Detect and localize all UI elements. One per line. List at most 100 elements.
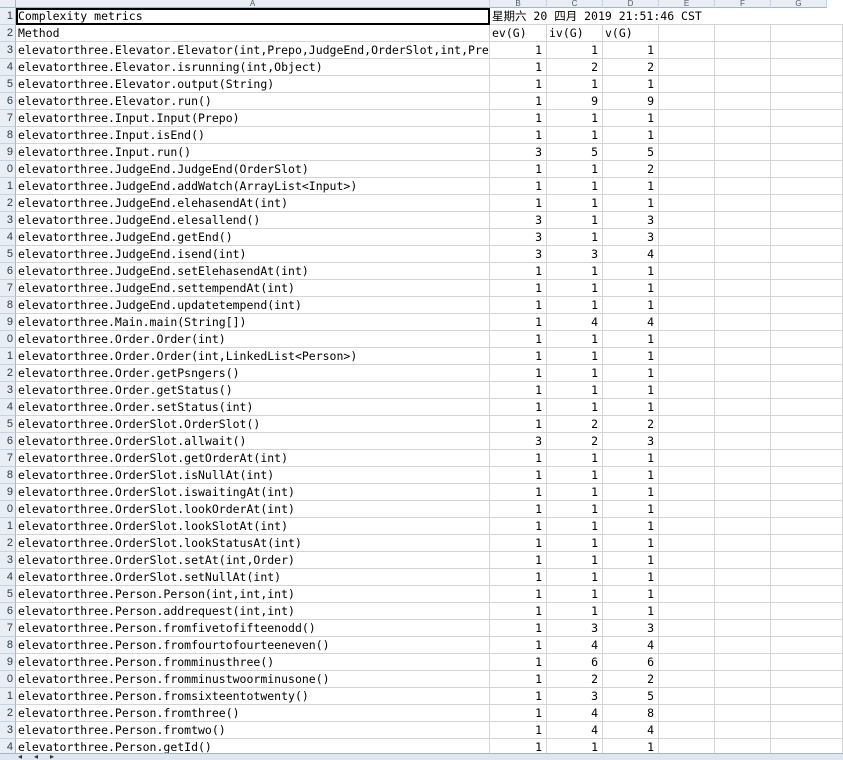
cell-empty[interactable]	[715, 246, 771, 263]
cell-empty[interactable]	[659, 552, 715, 569]
cell-ev[interactable]: 1	[490, 467, 547, 484]
cell-empty[interactable]	[771, 76, 843, 93]
cell-method[interactable]: elevatorthree.Main.main(String[])	[16, 314, 490, 331]
cell-v[interactable]: 1	[603, 127, 659, 144]
cell-ev[interactable]: 1	[490, 705, 547, 722]
cell-ev[interactable]: 1	[490, 348, 547, 365]
cell-v[interactable]: 1	[603, 450, 659, 467]
cell-iv[interactable]: 2	[547, 433, 603, 450]
cell-iv[interactable]: 1	[547, 450, 603, 467]
cell-method[interactable]: elevatorthree.Input.isEnd()	[16, 127, 490, 144]
cell-v[interactable]: 1	[603, 484, 659, 501]
cell-v[interactable]: 1	[603, 603, 659, 620]
cell-method[interactable]: elevatorthree.OrderSlot.allwait()	[16, 433, 490, 450]
cell-v[interactable]: 1	[603, 331, 659, 348]
cell-empty[interactable]	[771, 365, 843, 382]
cell-empty[interactable]	[715, 535, 771, 552]
cell-method-header[interactable]: Method	[16, 25, 490, 42]
cell-empty[interactable]	[771, 42, 843, 59]
cell-method[interactable]: elevatorthree.OrderSlot.setNullAt(int)	[16, 569, 490, 586]
cell-empty[interactable]	[659, 110, 715, 127]
cell-empty[interactable]	[715, 688, 771, 705]
cell-ev[interactable]: 1	[490, 382, 547, 399]
cell-empty[interactable]	[659, 671, 715, 688]
cell-iv[interactable]: 1	[547, 297, 603, 314]
cell-empty[interactable]	[771, 280, 843, 297]
row-header[interactable]: 7	[0, 280, 16, 297]
cell-v[interactable]: 2	[603, 161, 659, 178]
cell-iv[interactable]: 1	[547, 518, 603, 535]
cell-method[interactable]: elevatorthree.OrderSlot.isNullAt(int)	[16, 467, 490, 484]
cell-v[interactable]: 1	[603, 76, 659, 93]
cell-v[interactable]: 1	[603, 178, 659, 195]
row-header[interactable]: 1	[0, 348, 16, 365]
cell-ev[interactable]: 1	[490, 671, 547, 688]
cell-method[interactable]: elevatorthree.Order.getStatus()	[16, 382, 490, 399]
cell-empty[interactable]	[659, 280, 715, 297]
cell-empty[interactable]	[771, 518, 843, 535]
cell-empty[interactable]	[771, 93, 843, 110]
cell-empty[interactable]	[659, 297, 715, 314]
cell-iv[interactable]: 1	[547, 586, 603, 603]
cell-empty[interactable]	[659, 654, 715, 671]
cell-empty[interactable]	[771, 212, 843, 229]
cell-empty[interactable]	[715, 450, 771, 467]
cell-iv[interactable]: 1	[547, 280, 603, 297]
cell-empty[interactable]	[771, 586, 843, 603]
cell-empty[interactable]	[659, 365, 715, 382]
cell-empty[interactable]	[659, 688, 715, 705]
cell-empty[interactable]	[659, 705, 715, 722]
cell-method[interactable]: elevatorthree.Person.fromsixteentotwenty…	[16, 688, 490, 705]
cell-empty[interactable]	[771, 688, 843, 705]
cell-method[interactable]: elevatorthree.OrderSlot.iswaitingAt(int)	[16, 484, 490, 501]
cell-empty[interactable]	[715, 501, 771, 518]
cell-empty[interactable]	[659, 42, 715, 59]
cell-empty[interactable]	[715, 280, 771, 297]
row-header[interactable]: 8	[0, 637, 16, 654]
cell-v[interactable]: 1	[603, 518, 659, 535]
cell-iv[interactable]: 3	[547, 688, 603, 705]
cell-method[interactable]: elevatorthree.JudgeEnd.JudgeEnd(OrderSlo…	[16, 161, 490, 178]
cell-empty[interactable]	[659, 535, 715, 552]
column-header-a[interactable]: A	[16, 0, 490, 8]
row-header[interactable]: 5	[0, 76, 16, 93]
cell-empty[interactable]	[771, 552, 843, 569]
cell-empty[interactable]	[771, 671, 843, 688]
row-header[interactable]: 1	[0, 688, 16, 705]
cell-empty[interactable]	[659, 246, 715, 263]
cell-empty[interactable]	[771, 399, 843, 416]
cell-method[interactable]: elevatorthree.Order.getPsngers()	[16, 365, 490, 382]
cell-iv[interactable]: 1	[547, 382, 603, 399]
cell-empty[interactable]	[771, 450, 843, 467]
cell-empty[interactable]	[659, 25, 715, 42]
cell-empty[interactable]	[715, 654, 771, 671]
cell-v[interactable]: 5	[603, 688, 659, 705]
cell-empty[interactable]	[715, 348, 771, 365]
cell-empty[interactable]	[715, 552, 771, 569]
cell-method[interactable]: elevatorthree.JudgeEnd.getEnd()	[16, 229, 490, 246]
cell-empty[interactable]	[659, 314, 715, 331]
cell-ev[interactable]: 3	[490, 246, 547, 263]
cell-ev-header[interactable]: ev(G)	[490, 25, 547, 42]
cell-method[interactable]: elevatorthree.Order.Order(int)	[16, 331, 490, 348]
row-header[interactable]: 8	[0, 297, 16, 314]
cell-method[interactable]: elevatorthree.JudgeEnd.elesallend()	[16, 212, 490, 229]
cell-empty[interactable]	[659, 212, 715, 229]
cell-v[interactable]: 2	[603, 416, 659, 433]
cell-empty[interactable]	[715, 399, 771, 416]
cell-method[interactable]: elevatorthree.Person.fromthree()	[16, 705, 490, 722]
cell-empty[interactable]	[715, 212, 771, 229]
cell-empty[interactable]	[659, 382, 715, 399]
cell-empty[interactable]	[771, 331, 843, 348]
cell-ev[interactable]: 1	[490, 552, 547, 569]
cell-ev[interactable]: 1	[490, 263, 547, 280]
cell-empty[interactable]	[715, 59, 771, 76]
cell-iv[interactable]: 1	[547, 127, 603, 144]
cell-iv[interactable]: 1	[547, 212, 603, 229]
cell-v[interactable]: 1	[603, 501, 659, 518]
cell-iv[interactable]: 4	[547, 637, 603, 654]
cell-empty[interactable]	[715, 586, 771, 603]
cell-iv[interactable]: 1	[547, 501, 603, 518]
column-header-f[interactable]: F	[715, 0, 771, 8]
cell-empty[interactable]	[771, 535, 843, 552]
